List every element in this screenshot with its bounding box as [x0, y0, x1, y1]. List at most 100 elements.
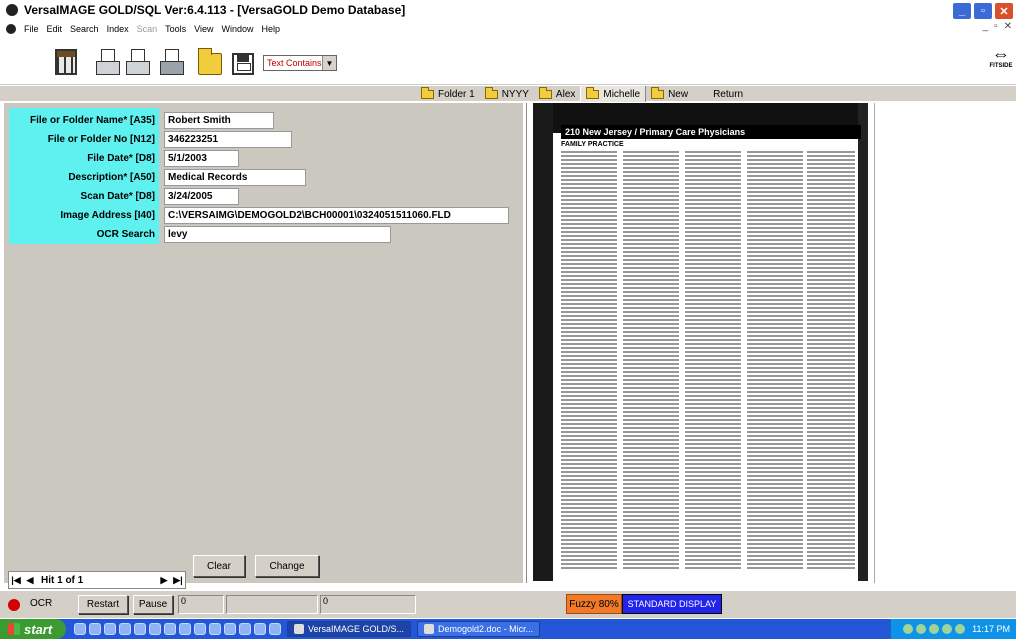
quick-launch-icon[interactable] [119, 623, 131, 635]
fitside-button[interactable]: ⇔ FITSIDE [988, 45, 1014, 69]
quick-launch-icon[interactable] [74, 623, 86, 635]
tray-icon[interactable] [942, 624, 953, 634]
menu-help[interactable]: Help [258, 24, 285, 34]
field-label: Scan Date* [D8] [80, 191, 155, 202]
tab-nyyy[interactable]: NYYY [480, 86, 534, 102]
next-record-icon[interactable]: ▶ [157, 572, 171, 588]
description-field[interactable]: Medical Records [164, 169, 306, 186]
close-button[interactable]: ✕ [994, 2, 1014, 20]
tab-michelle[interactable]: Michelle [580, 86, 647, 102]
quick-launch-icon[interactable] [254, 623, 266, 635]
menu-window[interactable]: Window [217, 24, 257, 34]
task-label: Demogold2.doc - Micr... [438, 624, 534, 634]
quick-launch-icon[interactable] [134, 623, 146, 635]
scan-date-field[interactable]: 3/24/2005 [164, 188, 239, 205]
fax-icon[interactable] [160, 49, 184, 75]
search-mode-select[interactable]: Text Contains ▼ [263, 55, 337, 71]
clear-button[interactable]: Clear [193, 555, 245, 577]
folder-name-field[interactable]: Robert Smith [164, 112, 274, 129]
menu-scan[interactable]: Scan [133, 24, 162, 34]
quick-launch-icon[interactable] [239, 623, 251, 635]
quick-launch-icon[interactable] [194, 623, 206, 635]
save-disk-icon[interactable] [232, 53, 254, 75]
tray-icon[interactable] [916, 624, 927, 634]
first-record-icon[interactable]: |◀ [9, 572, 23, 588]
document-icon[interactable] [6, 23, 16, 34]
tab-label: Folder 1 [438, 88, 475, 100]
record-navigator: |◀ ◀ Hit 1 of 1 ▶ ▶| [8, 571, 186, 589]
quick-launch-icon[interactable] [149, 623, 161, 635]
quick-launch-icon[interactable] [209, 623, 221, 635]
folder-tab-bar: Folder 1 NYYY Alex Michelle New Return [0, 85, 1016, 102]
clock[interactable]: 11:17 PM [972, 624, 1010, 634]
page-header: 210 New Jersey / Primary Care Physicians [561, 125, 861, 139]
file-date-field[interactable]: 5/1/2003 [164, 150, 239, 167]
previous-record-icon[interactable]: ◀ [23, 572, 37, 588]
pause-button[interactable]: Pause [133, 595, 173, 614]
windows-logo-icon [8, 623, 20, 635]
app-icon[interactable] [6, 4, 18, 16]
tab-folder-1[interactable]: Folder 1 [416, 86, 480, 102]
scanner-icon[interactable] [96, 49, 120, 75]
status-progress-box [226, 595, 318, 614]
ocr-search-field[interactable]: levy [164, 226, 391, 243]
return-button[interactable]: Return [703, 86, 753, 102]
last-record-icon[interactable]: ▶| [171, 572, 185, 588]
taskbar-versaimage[interactable]: VersaIMAGE GOLD/S... [287, 621, 412, 637]
text-column [685, 151, 741, 571]
standard-display-button[interactable]: STANDARD DISPLAY [622, 594, 722, 614]
quick-launch-icon[interactable] [269, 623, 281, 635]
ocr-label: OCR [30, 598, 53, 609]
quick-launch-icon[interactable] [179, 623, 191, 635]
field-row-description: Description* [A50] Medical Records [9, 169, 509, 186]
system-tray: 11:17 PM [890, 619, 1016, 639]
taskbar-word-doc[interactable]: Demogold2.doc - Micr... [417, 621, 541, 637]
quick-launch-icon[interactable] [164, 623, 176, 635]
window-controls: _ ▫ ✕ [952, 2, 1014, 20]
fuzzy-search-button[interactable]: Fuzzy 80% [566, 594, 622, 614]
quick-launch-icon[interactable] [224, 623, 236, 635]
menu-tools[interactable]: Tools [161, 24, 190, 34]
scanned-page-image: 210 New Jersey / Primary Care Physicians… [533, 103, 868, 581]
quick-launch-icon[interactable] [104, 623, 116, 635]
tab-label: Michelle [603, 88, 641, 100]
field-row-number: File or Folder No [N12] 346223251 [9, 131, 509, 148]
fit-arrows-icon: ⇔ [992, 44, 1010, 64]
start-label: start [24, 621, 53, 637]
maximize-button[interactable]: ▫ [973, 2, 993, 20]
field-label: Description* [A50] [68, 172, 155, 183]
menu-view[interactable]: View [190, 24, 217, 34]
change-button[interactable]: Change [255, 555, 319, 577]
minimize-button[interactable]: _ [952, 2, 972, 20]
tray-icon[interactable] [903, 624, 914, 634]
mdi-close-icon[interactable]: ✕ [1004, 21, 1012, 32]
open-folder-icon[interactable] [198, 48, 222, 75]
restart-button[interactable]: Restart [78, 595, 128, 614]
document-viewer[interactable]: 210 New Jersey / Primary Care Physicians… [526, 103, 872, 583]
menu-search[interactable]: Search [66, 24, 103, 34]
menu-index[interactable]: Index [103, 24, 133, 34]
section-title: FAMILY PRACTICE [561, 141, 624, 148]
scanner-batch-icon[interactable] [126, 49, 150, 75]
index-grid-icon[interactable] [55, 49, 77, 75]
tray-icon[interactable] [955, 624, 966, 634]
image-address-field[interactable]: C:\VERSAIMG\DEMOGOLD2\BCH00001\032405151… [164, 207, 509, 224]
menu-edit[interactable]: Edit [43, 24, 67, 34]
field-label: Image Address [I40] [60, 210, 155, 221]
ocr-status-icon [8, 599, 20, 611]
field-row-scan-date: Scan Date* [D8] 3/24/2005 [9, 188, 509, 205]
folder-number-field[interactable]: 346223251 [164, 131, 292, 148]
mdi-restore-icon[interactable]: ▫ [994, 21, 998, 32]
menu-bar: File Edit Search Index Scan Tools View W… [0, 20, 1016, 37]
status-count-box: 0 [178, 595, 224, 614]
mdi-minimize-icon[interactable]: _ [983, 21, 989, 32]
menu-file[interactable]: File [20, 24, 43, 34]
tab-new[interactable]: New [646, 86, 693, 102]
quick-launch-icon[interactable] [89, 623, 101, 635]
tab-alex[interactable]: Alex [534, 86, 580, 102]
chevron-down-icon[interactable]: ▼ [322, 56, 336, 70]
tab-label: New [668, 88, 689, 100]
tray-icon[interactable] [929, 624, 940, 634]
text-column [807, 151, 855, 571]
start-button[interactable]: start [0, 619, 66, 639]
